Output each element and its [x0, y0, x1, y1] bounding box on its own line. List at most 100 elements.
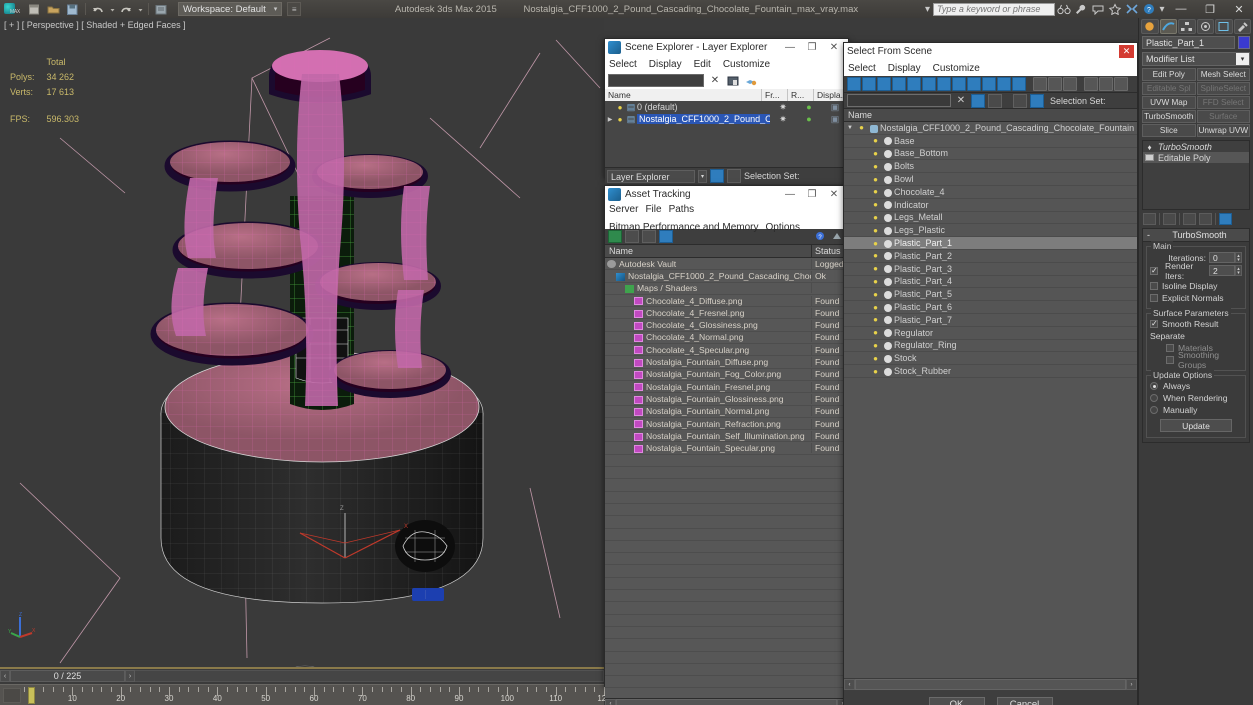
asset-tracking-row[interactable]: Nostalgia_Fountain_Fresnel.png Found [605, 381, 848, 394]
sfs-hscroll-right-icon[interactable]: › [1126, 678, 1137, 690]
render-cell-icon[interactable]: ● [796, 114, 822, 124]
display-lights-icon[interactable] [892, 77, 906, 91]
chevron-down-icon[interactable]: ▾ [1236, 53, 1249, 65]
autodesk-360-icon[interactable] [1124, 1, 1140, 17]
scene-explorer-row[interactable]: ▶●▤Nostalgia_CFF1000_2_Pound_Casca...✷●▣ [605, 113, 848, 125]
explorer-mode-chevron-down-icon[interactable]: ▾ [698, 169, 707, 183]
light-bulb-icon[interactable]: ● [870, 187, 881, 196]
sfs-hscroll-left-icon[interactable]: ‹ [844, 678, 855, 690]
se-col-name[interactable]: Name [605, 89, 762, 101]
asset-tracking-window[interactable]: Asset Tracking — ❐ ✕ Server File Paths B… [604, 185, 849, 705]
sfs-menu-customize[interactable]: Customize [933, 63, 980, 74]
sfs-object-row[interactable]: ● Stock [844, 352, 1137, 366]
light-bulb-icon[interactable]: ● [870, 239, 881, 248]
light-bulb-icon[interactable]: ● [870, 226, 881, 235]
asset-tracking-minimize[interactable]: — [779, 187, 801, 202]
asset-tracking-row[interactable]: Chocolate_4_Normal.png Found [605, 332, 848, 345]
render-cell-icon[interactable]: ● [796, 102, 822, 112]
iterations-spinner[interactable]: 0 ▴ ▾ [1209, 252, 1242, 263]
asset-tracking-hscrollbar[interactable]: ‹ › [605, 698, 848, 705]
update-when-rendering-radio[interactable] [1150, 394, 1158, 402]
sfs-object-row[interactable]: ● Plastic_Part_4 [844, 276, 1137, 289]
sfs-object-row[interactable]: ● Plastic_Part_6 [844, 301, 1137, 314]
key-mode-icon[interactable] [3, 688, 21, 703]
scene-explorer-list[interactable]: ● ▤ 0 (default) ✷ ● ▣ ▶ ● ▤ Nostalgia_CFF1000_2_P… [605, 101, 848, 167]
light-bulb-icon[interactable]: ● [870, 251, 881, 260]
lightbulb-toggle-icon[interactable]: ♦ [1145, 143, 1154, 152]
sfs-hscrollbar[interactable]: ‹ › [844, 678, 1137, 690]
save-file-icon[interactable] [64, 2, 81, 17]
iterations-spinner-arrows-icon[interactable]: ▴ ▾ [1235, 252, 1242, 263]
help-dropdown-icon[interactable]: ▾ [1158, 1, 1166, 17]
hscroll-thumb[interactable] [616, 699, 837, 705]
sfs-clear-find-icon[interactable]: ✕ [954, 94, 968, 108]
at-menu-options[interactable]: Options [766, 222, 800, 233]
scene-explorer-row[interactable]: ● ▤ 0 (default) ✷ ● ▣ [605, 101, 848, 113]
redo-icon[interactable] [118, 2, 135, 17]
scene-explorer-maximize[interactable]: ❐ [801, 40, 823, 55]
sfs-object-row[interactable]: ● Stock_Rubber [844, 365, 1137, 378]
open-file-icon[interactable] [45, 2, 62, 17]
at-col-name[interactable]: Name [605, 245, 812, 257]
current-frame-field[interactable]: 0 / 225 [10, 670, 125, 682]
modifier-button[interactable]: TurboSmooth [1142, 110, 1196, 123]
search-input[interactable] [933, 2, 1055, 16]
display-cameras-icon[interactable] [907, 77, 921, 91]
tab-create[interactable] [1141, 19, 1159, 34]
object-color-swatch[interactable] [1238, 36, 1250, 49]
asset-tracking-close[interactable]: ✕ [823, 187, 845, 202]
expand-all-icon[interactable] [1033, 77, 1047, 91]
sfs-pin-icon[interactable] [988, 93, 1002, 108]
track-bar-track[interactable] [135, 670, 604, 682]
se-menu-edit[interactable]: Edit [694, 59, 711, 70]
help-icon[interactable]: ? [1141, 1, 1157, 17]
timeline-prev-button[interactable]: ‹ [0, 670, 10, 682]
show-end-result-icon[interactable] [1163, 213, 1176, 225]
light-bulb-icon[interactable]: ● [870, 303, 881, 312]
light-bulb-icon[interactable]: ● [870, 367, 881, 376]
sfs-title-bar[interactable]: Select From Scene ✕ [844, 43, 1137, 60]
at-menu-paths[interactable]: Paths [669, 204, 695, 215]
asset-tracking-row[interactable]: Chocolate_4_Glossiness.png Found [605, 319, 848, 332]
sfs-object-row[interactable]: ● Regulator [844, 327, 1137, 340]
sfs-object-row[interactable]: ● Plastic_Part_5 [844, 288, 1137, 302]
smooth-result-row[interactable]: Smooth Result [1150, 318, 1242, 330]
sfs-menu-display[interactable]: Display [888, 63, 921, 74]
sfs-object-row[interactable]: ● Bowl [844, 173, 1137, 186]
timeline-next-button[interactable]: › [125, 670, 135, 682]
at-menu-file[interactable]: File [645, 204, 661, 215]
pin-stack-icon[interactable] [1143, 213, 1156, 225]
clear-find-icon[interactable]: ✕ [708, 74, 722, 88]
refresh-assets-icon[interactable] [608, 230, 622, 243]
sfs-object-row[interactable]: ● Base [844, 135, 1137, 148]
update-manually-row[interactable]: Manually [1150, 404, 1242, 416]
sfs-ok-button[interactable]: OK [928, 696, 985, 705]
isoline-display-row[interactable]: Isoline Display [1150, 280, 1242, 292]
light-bulb-icon[interactable]: ● [870, 264, 881, 273]
select-from-scene-dialog[interactable]: Select From Scene ✕ Select Display Custo… [843, 42, 1138, 705]
modifier-button[interactable]: FFD Select [1196, 96, 1250, 109]
asset-tracking-row[interactable]: Maps / Shaders [605, 283, 848, 295]
configure-modifier-sets-icon[interactable] [1219, 213, 1232, 225]
asset-tracking-list[interactable]: Autodesk Vault Logged Nostalgia_CFF1000_2_… [605, 258, 848, 698]
column-options-icon[interactable] [1114, 77, 1128, 91]
thumbnail-view-icon[interactable] [642, 230, 656, 243]
tab-hierarchy[interactable] [1178, 19, 1196, 34]
redo-dropdown-icon[interactable] [137, 2, 144, 17]
asset-tracking-row[interactable]: Nostalgia_Fountain_Diffuse.png Found [605, 356, 848, 369]
asset-tracking-maximize[interactable]: ❐ [801, 187, 823, 202]
asset-tracking-row[interactable]: Nostalgia_Fountain_Fog_Color.png Found [605, 369, 848, 381]
binoculars-icon[interactable] [1056, 1, 1072, 17]
asset-tracking-row[interactable]: Autodesk Vault Logged [605, 258, 848, 271]
tab-modify[interactable] [1159, 19, 1177, 34]
sfs-layers-icon[interactable] [1013, 93, 1027, 108]
display-xrefs-icon[interactable] [967, 77, 981, 91]
separate-smoothing-groups-row[interactable]: Smoothing Groups [1150, 350, 1242, 370]
light-bulb-icon[interactable]: ● [870, 341, 881, 350]
display-helpers-icon[interactable] [922, 77, 936, 91]
light-bulb-icon[interactable]: ● [615, 115, 625, 124]
sfs-close-button[interactable]: ✕ [1119, 45, 1134, 58]
sfs-object-row[interactable]: ● Legs_Metall [844, 212, 1137, 225]
asset-tracking-row[interactable]: Nostalgia_Fountain_Specular.png Found [605, 442, 848, 455]
light-bulb-icon[interactable]: ● [870, 315, 881, 324]
